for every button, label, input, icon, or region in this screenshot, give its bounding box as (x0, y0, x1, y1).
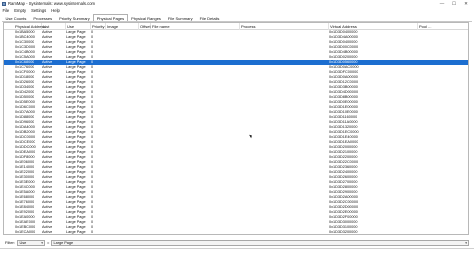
cell-use: Large Page (66, 230, 86, 234)
column-header-offset[interactable]: Offset (139, 23, 151, 30)
column-header-use[interactable]: Use (66, 23, 91, 30)
table-row[interactable]: 0x1ECA000 Active Large Page 0 0x1D3D3200000 (4, 230, 468, 234)
table-body: 0x1BA5000 Active Large Page 0 0x1D3D0400000 0… (4, 30, 468, 234)
column-header-process[interactable]: Process (240, 23, 329, 30)
filter-field-value: Use (19, 240, 27, 245)
filter-value-select[interactable]: Large Page ▾ (51, 239, 469, 246)
menu-settings[interactable]: Settings (29, 8, 49, 13)
menu-file[interactable]: File (0, 8, 12, 13)
tab-bar: Use Counts Processes Priority Summary Ph… (2, 14, 472, 22)
cell-virtual-address: 0x1D3D3200000 (329, 230, 358, 234)
close-button[interactable]: ✕ (460, 0, 472, 7)
title-bar: RamMap - Sysinternals: www.sysinternals.… (0, 0, 474, 7)
column-header-file-name[interactable]: File name (151, 23, 240, 30)
column-header-priority[interactable]: Priority (91, 23, 106, 30)
window-controls: — ☐ ✕ (436, 0, 472, 7)
cell-physical-address: 0x1ECA000 (15, 230, 36, 234)
column-header-virtual-address[interactable]: Virtual Address (329, 23, 418, 30)
filter-operator: = (47, 240, 50, 245)
tab-use-counts[interactable]: Use Counts (2, 15, 30, 21)
physical-pages-table[interactable]: Physical Address List Use Priority Image… (3, 22, 469, 235)
filter-field-select[interactable]: Use ▾ (17, 239, 45, 246)
window-title: RamMap - Sysinternals: www.sysinternals.… (8, 1, 96, 6)
menu-empty[interactable]: Empty (12, 8, 29, 13)
tab-file-summary[interactable]: File Summary (164, 15, 196, 21)
column-header-pool[interactable]: Pool ... (418, 23, 468, 30)
tab-processes[interactable]: Processes (30, 15, 56, 21)
column-header-image[interactable]: Image (106, 23, 139, 30)
maximize-button[interactable]: ☐ (448, 0, 460, 7)
tab-file-details[interactable]: File Details (196, 15, 223, 21)
table-header: Physical Address List Use Priority Image… (4, 23, 468, 30)
tab-priority-summary[interactable]: Priority Summary (56, 15, 94, 21)
menu-help[interactable]: Help (49, 8, 63, 13)
cell-list: Active (42, 230, 53, 234)
tab-physical-pages[interactable]: Physical Pages (93, 14, 128, 21)
column-header-list[interactable]: List (42, 23, 66, 30)
menu-bar: File Empty Settings Help (0, 7, 474, 13)
minimize-button[interactable]: — (436, 0, 448, 7)
filter-bar: Filter: Use ▾ = Large Page ▾ (3, 238, 471, 247)
app-icon (2, 1, 6, 6)
cell-priority: 0 (91, 230, 94, 234)
filter-value-text: Large Page (53, 240, 74, 245)
column-header-physical-address[interactable]: Physical Address (4, 23, 45, 30)
chevron-down-icon: ▾ (41, 240, 43, 245)
tab-physical-ranges[interactable]: Physical Ranges (128, 15, 165, 21)
filter-label: Filter: (5, 240, 15, 245)
chevron-down-icon: ▾ (465, 240, 467, 245)
